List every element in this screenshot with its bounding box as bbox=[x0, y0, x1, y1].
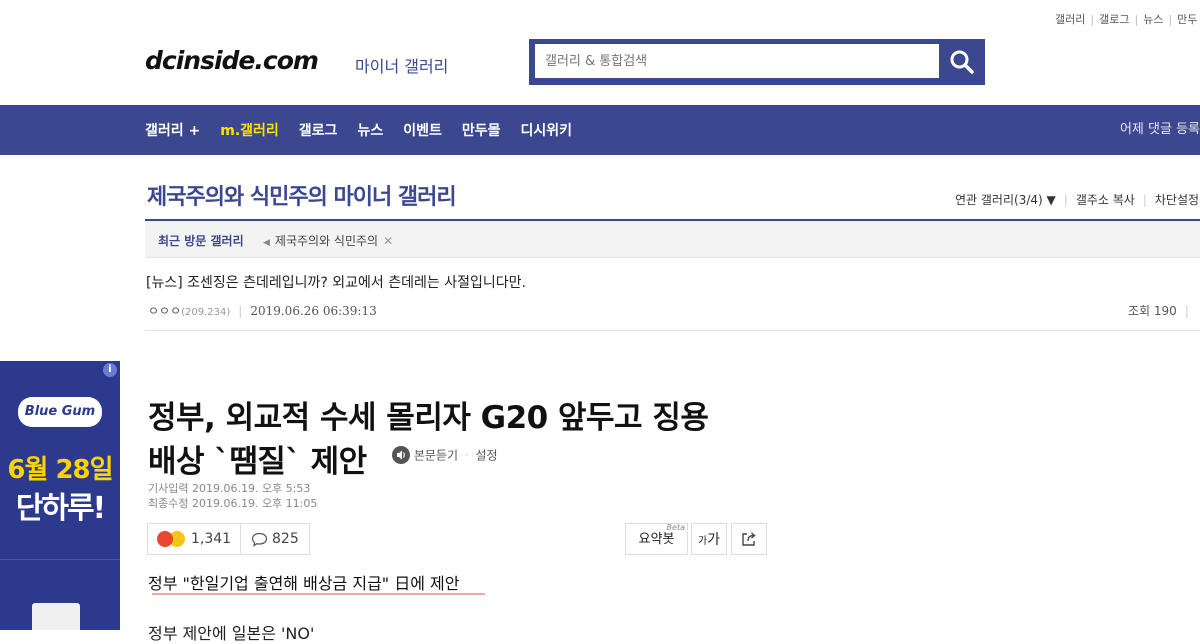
gallery-links: 연관 갤러리(3/4) ▼ | 갤주소 복사 | 차단설정 bbox=[955, 193, 1200, 207]
related-gallery-link[interactable]: 연관 갤러리(3/4) ▼ bbox=[955, 193, 1056, 207]
top-link-gallog[interactable]: 갤로그 bbox=[1099, 13, 1129, 26]
top-link-gallery[interactable]: 갤러리 bbox=[1055, 13, 1085, 26]
caret-down-icon: ▼ bbox=[1046, 193, 1056, 207]
share-icon bbox=[742, 532, 756, 546]
article-date-input: 기사입력 2019.06.19. 오후 5:53 bbox=[148, 482, 311, 495]
post-views: 조회 190 | bbox=[1128, 304, 1189, 318]
beta-badge: Beta bbox=[666, 523, 685, 532]
nav-dcwiki[interactable]: 디시위키 bbox=[520, 120, 572, 140]
search-icon bbox=[950, 50, 974, 74]
block-settings-link[interactable]: 차단설정 bbox=[1155, 193, 1199, 207]
speaker-icon[interactable] bbox=[392, 446, 410, 464]
recent-gallery-item[interactable]: ◀ 제국주의와 식민주의 ✕ bbox=[263, 232, 393, 249]
article-body-preview: 정부 제안에 일본은 'NO' bbox=[148, 624, 315, 643]
subheading-underline bbox=[152, 593, 485, 595]
post-ip: (209.234) bbox=[181, 307, 231, 318]
font-size-button[interactable]: 가가 bbox=[691, 523, 727, 555]
reaction-count: 1,341 bbox=[191, 531, 232, 547]
logo-subtitle[interactable]: 마이너 갤러리 bbox=[355, 53, 448, 77]
angry-face-icon bbox=[157, 531, 173, 547]
gallery-title[interactable]: 제국주의와 식민주의 마이너 갤러리 bbox=[147, 179, 457, 211]
ad-divider bbox=[0, 559, 120, 560]
summary-bot-button[interactable]: 요약봇 Beta bbox=[625, 523, 688, 555]
post-meta: ㅇㅇㅇ(209.234) | 2019.06.26 06:39:13 bbox=[148, 304, 377, 318]
comment-icon bbox=[251, 532, 268, 547]
tts-controls: 본문듣기 · 설정 bbox=[392, 446, 498, 464]
top-link-mandu[interactable]: 만두 bbox=[1177, 13, 1197, 26]
share-button[interactable] bbox=[731, 523, 767, 555]
nav-m-gallery[interactable]: m.갤러리 bbox=[220, 120, 279, 140]
article-title: 정부, 외교적 수세 몰리자 G20 앞두고 징용 배상 `땜질` 제안 bbox=[148, 396, 788, 484]
main-nav: 갤러리 + m.갤러리 갤로그 뉴스 이벤트 만두몰 디시위키 어제 댓글 등록 bbox=[0, 105, 1200, 155]
nav-mandumall[interactable]: 만두몰 bbox=[462, 120, 501, 140]
article-date-modified: 최종수정 2019.06.19. 오후 11:05 bbox=[148, 497, 318, 510]
post-datetime: 2019.06.26 06:39:13 bbox=[250, 304, 377, 318]
ad-date-text: 6월 28일 bbox=[7, 455, 113, 485]
tts-settings-button[interactable]: 설정 bbox=[475, 449, 497, 463]
ad-product-image bbox=[32, 603, 80, 630]
ad-brand-logo: Blue Gum bbox=[18, 397, 102, 427]
nav-gallery-plus[interactable]: 갤러리 + bbox=[145, 120, 200, 140]
top-link-news[interactable]: 뉴스 bbox=[1143, 13, 1163, 26]
article-subheading: 정부 "한일기업 출연해 배상금 지급" 日에 제안 bbox=[148, 574, 460, 593]
site-logo[interactable]: dcinside.com bbox=[145, 46, 319, 75]
search-button[interactable] bbox=[939, 39, 985, 85]
search-box bbox=[535, 44, 939, 78]
comment-count: 825 bbox=[272, 531, 299, 547]
ad-sub-text: 단하루! bbox=[15, 491, 106, 526]
recent-galleries: 최근 방문 갤러리 ◀ 제국주의와 식민주의 ✕ bbox=[145, 221, 1200, 258]
search-input[interactable] bbox=[535, 44, 935, 78]
ad-info-icon[interactable]: i bbox=[103, 363, 117, 377]
nav-yesterday-comments[interactable]: 어제 댓글 등록 bbox=[1120, 105, 1200, 155]
post-title: [뉴스] 조센징은 츤데레입니까? 외교에서 츤데레는 사절입니다만. bbox=[146, 275, 526, 291]
search-bar bbox=[529, 39, 985, 85]
font-size-icon: 가가 bbox=[697, 532, 721, 548]
post-divider bbox=[145, 330, 1200, 331]
nav-news[interactable]: 뉴스 bbox=[357, 120, 383, 140]
article-dates: 기사입력 2019.06.19. 오후 5:53 최종수정 2019.06.19… bbox=[148, 481, 317, 511]
post-author[interactable]: ㅇㅇㅇ bbox=[148, 304, 181, 318]
side-ad-banner[interactable]: i Blue Gum 6월 28일 단하루! bbox=[0, 361, 120, 630]
nav-event[interactable]: 이벤트 bbox=[403, 120, 442, 140]
close-icon[interactable]: ✕ bbox=[383, 234, 393, 248]
caret-left-icon: ◀ bbox=[263, 238, 270, 248]
tts-listen-button[interactable]: 본문듣기 bbox=[414, 449, 458, 463]
reaction-button[interactable]: 1,341 bbox=[147, 523, 242, 555]
top-links: 갤러리 | 갤로그 | 뉴스 | 만두 bbox=[1055, 13, 1198, 26]
nav-gallog[interactable]: 갤로그 bbox=[299, 120, 338, 140]
comments-button[interactable]: 825 bbox=[240, 523, 310, 555]
copy-address-link[interactable]: 갤주소 복사 bbox=[1076, 193, 1135, 207]
article-title-line1: 정부, 외교적 수세 몰리자 G20 앞두고 징용 bbox=[148, 400, 709, 436]
recent-galleries-label: 최근 방문 갤러리 bbox=[158, 234, 244, 248]
